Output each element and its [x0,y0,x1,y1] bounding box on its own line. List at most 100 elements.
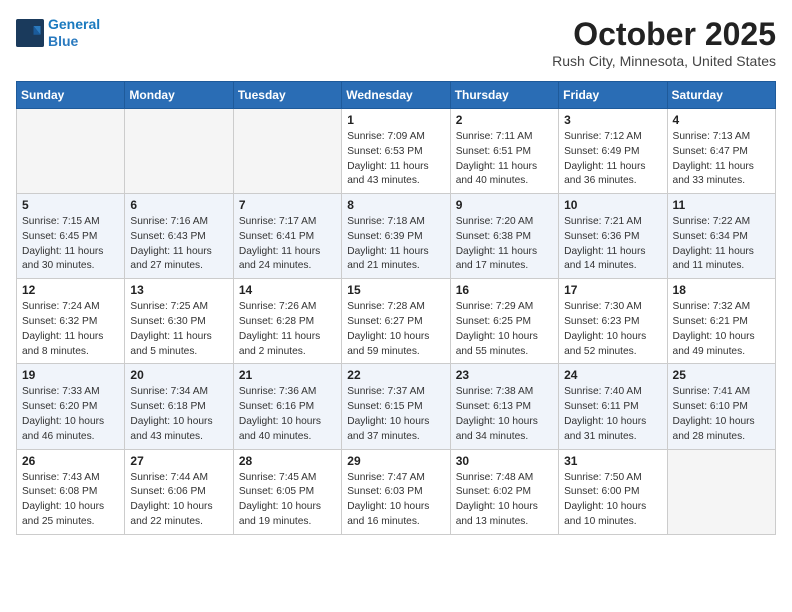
column-header-wednesday: Wednesday [342,82,450,109]
day-number: 2 [456,113,553,127]
day-info: Sunrise: 7:30 AMSunset: 6:23 PMDaylight:… [564,300,661,359]
day-info: Sunrise: 7:37 AMSunset: 6:15 PMDaylight:… [347,385,444,444]
calendar-cell: 11Sunrise: 7:22 AMSunset: 6:34 PMDayligh… [667,194,775,279]
calendar-week-row: 12Sunrise: 7:24 AMSunset: 6:32 PMDayligh… [17,279,776,364]
calendar-cell: 24 Sunrise: 7:40 AMSunset: 6:11 PMDayligh… [559,364,667,449]
day-number: 27 [130,454,227,468]
calendar-cell: 1 Sunrise: 7:09 AMSunset: 6:53 PMDaylight… [342,109,450,194]
day-info: Sunrise: 7:44 AMSunset: 6:06 PMDaylight:… [130,471,227,530]
calendar-cell [233,109,341,194]
day-info: Sunrise: 7:21 AMSunset: 6:36 PMDaylight:… [564,215,661,274]
day-number: 13 [130,283,227,297]
calendar-cell: 20Sunrise: 7:34 AMSunset: 6:18 PMDayligh… [125,364,233,449]
day-info: Sunrise: 7:40 AMSunset: 6:11 PMDaylight:… [564,385,661,444]
day-info: Sunrise: 7:48 AMSunset: 6:02 PMDaylight:… [456,471,553,530]
calendar-cell: 5 Sunrise: 7:15 AMSunset: 6:45 PMDaylight… [17,194,125,279]
calendar-cell: 21 Sunrise: 7:36 AMSunset: 6:16 PMDayligh… [233,364,341,449]
day-info: Sunrise: 7:13 AMSunset: 6:47 PMDaylight:… [673,130,770,189]
day-number: 30 [456,454,553,468]
day-number: 26 [22,454,119,468]
day-info: Sunrise: 7:20 AMSunset: 6:38 PMDaylight:… [456,215,553,274]
day-info: Sunrise: 7:18 AMSunset: 6:39 PMDaylight:… [347,215,444,274]
day-info: Sunrise: 7:41 AMSunset: 6:10 PMDaylight:… [673,385,770,444]
calendar-cell: 18Sunrise: 7:32 AMSunset: 6:21 PMDayligh… [667,279,775,364]
calendar-cell: 17 Sunrise: 7:30 AMSunset: 6:23 PMDayligh… [559,279,667,364]
page-header: General Blue October 2025 Rush City, Min… [16,16,776,69]
day-number: 31 [564,454,661,468]
day-info: Sunrise: 7:33 AMSunset: 6:20 PMDaylight:… [22,385,119,444]
day-number: 3 [564,113,661,127]
day-info: Sunrise: 7:38 AMSunset: 6:13 PMDaylight:… [456,385,553,444]
column-header-sunday: Sunday [17,82,125,109]
logo-line1: General [48,16,100,32]
calendar-cell: 3Sunrise: 7:12 AMSunset: 6:49 PMDaylight… [559,109,667,194]
calendar-cell: 16 Sunrise: 7:29 AMSunset: 6:25 PMDayligh… [450,279,558,364]
column-header-tuesday: Tuesday [233,82,341,109]
day-number: 22 [347,368,444,382]
calendar-cell [667,449,775,534]
calendar-cell: 27 Sunrise: 7:44 AMSunset: 6:06 PMDayligh… [125,449,233,534]
day-number: 29 [347,454,444,468]
day-number: 24 [564,368,661,382]
day-number: 15 [347,283,444,297]
calendar-week-row: 26 Sunrise: 7:43 AMSunset: 6:08 PMDayligh… [17,449,776,534]
day-info: Sunrise: 7:25 AMSunset: 6:30 PMDaylight:… [130,300,227,359]
day-info: Sunrise: 7:43 AMSunset: 6:08 PMDaylight:… [22,471,119,530]
day-number: 19 [22,368,119,382]
day-info: Sunrise: 7:36 AMSunset: 6:16 PMDaylight:… [239,385,336,444]
day-number: 6 [130,198,227,212]
day-number: 9 [456,198,553,212]
calendar-week-row: 1 Sunrise: 7:09 AMSunset: 6:53 PMDaylight… [17,109,776,194]
day-number: 16 [456,283,553,297]
calendar-cell: 12Sunrise: 7:24 AMSunset: 6:32 PMDayligh… [17,279,125,364]
day-number: 14 [239,283,336,297]
calendar: SundayMondayTuesdayWednesdayThursdayFrid… [16,81,776,535]
day-number: 12 [22,283,119,297]
column-header-saturday: Saturday [667,82,775,109]
day-info: Sunrise: 7:50 AMSunset: 6:00 PMDaylight:… [564,471,661,530]
logo-icon [16,19,44,47]
calendar-cell: 31 Sunrise: 7:50 AMSunset: 6:00 PMDayligh… [559,449,667,534]
logo-text: General Blue [48,16,100,50]
logo-line2: Blue [48,33,78,49]
day-number: 10 [564,198,661,212]
column-header-thursday: Thursday [450,82,558,109]
day-info: Sunrise: 7:32 AMSunset: 6:21 PMDaylight:… [673,300,770,359]
day-number: 28 [239,454,336,468]
day-info: Sunrise: 7:15 AMSunset: 6:45 PMDaylight:… [22,215,119,274]
day-number: 17 [564,283,661,297]
logo: General Blue [16,16,100,50]
calendar-cell: 9 Sunrise: 7:20 AMSunset: 6:38 PMDaylight… [450,194,558,279]
day-info: Sunrise: 7:47 AMSunset: 6:03 PMDaylight:… [347,471,444,530]
calendar-cell: 10 Sunrise: 7:21 AMSunset: 6:36 PMDayligh… [559,194,667,279]
day-info: Sunrise: 7:09 AMSunset: 6:53 PMDaylight:… [347,130,444,189]
day-info: Sunrise: 7:34 AMSunset: 6:18 PMDaylight:… [130,385,227,444]
calendar-cell: 29 Sunrise: 7:47 AMSunset: 6:03 PMDayligh… [342,449,450,534]
day-info: Sunrise: 7:16 AMSunset: 6:43 PMDaylight:… [130,215,227,274]
day-number: 21 [239,368,336,382]
day-info: Sunrise: 7:22 AMSunset: 6:34 PMDaylight:… [673,215,770,274]
calendar-cell: 8 Sunrise: 7:18 AMSunset: 6:39 PMDaylight… [342,194,450,279]
day-info: Sunrise: 7:26 AMSunset: 6:28 PMDaylight:… [239,300,336,359]
calendar-cell: 14 Sunrise: 7:26 AMSunset: 6:28 PMDayligh… [233,279,341,364]
calendar-cell: 22 Sunrise: 7:37 AMSunset: 6:15 PMDayligh… [342,364,450,449]
title-block: October 2025 Rush City, Minnesota, Unite… [552,16,776,69]
day-info: Sunrise: 7:28 AMSunset: 6:27 PMDaylight:… [347,300,444,359]
day-info: Sunrise: 7:29 AMSunset: 6:25 PMDaylight:… [456,300,553,359]
calendar-cell: 15 Sunrise: 7:28 AMSunset: 6:27 PMDayligh… [342,279,450,364]
day-number: 8 [347,198,444,212]
calendar-cell: 4Sunrise: 7:13 AMSunset: 6:47 PMDaylight… [667,109,775,194]
calendar-cell [17,109,125,194]
calendar-week-row: 19 Sunrise: 7:33 AMSunset: 6:20 PMDayligh… [17,364,776,449]
calendar-cell: 25Sunrise: 7:41 AMSunset: 6:10 PMDayligh… [667,364,775,449]
location: Rush City, Minnesota, United States [552,53,776,69]
day-number: 7 [239,198,336,212]
calendar-cell: 30 Sunrise: 7:48 AMSunset: 6:02 PMDayligh… [450,449,558,534]
column-header-monday: Monday [125,82,233,109]
calendar-cell: 13 Sunrise: 7:25 AMSunset: 6:30 PMDayligh… [125,279,233,364]
day-number: 23 [456,368,553,382]
day-number: 5 [22,198,119,212]
day-number: 1 [347,113,444,127]
calendar-cell: 7Sunrise: 7:17 AMSunset: 6:41 PMDaylight… [233,194,341,279]
calendar-header-row: SundayMondayTuesdayWednesdayThursdayFrid… [17,82,776,109]
